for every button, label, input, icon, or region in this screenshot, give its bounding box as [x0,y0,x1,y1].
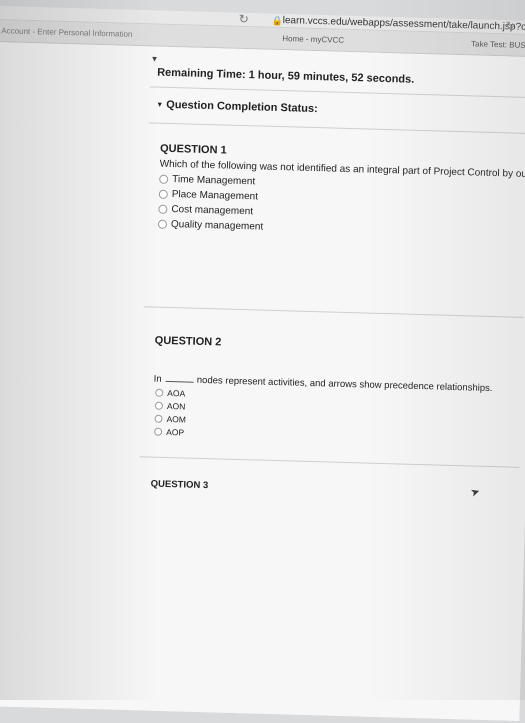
radio-button[interactable] [154,427,163,436]
mouse-cursor-icon: ➤ [469,485,482,500]
screen: ↻ 🔒 learn.vccs.edu/webapps/assessment/ta… [0,6,525,721]
q2-option-aoa[interactable]: AOA [155,387,185,399]
q1-option-time-management[interactable]: Time Management [159,173,255,189]
question-1-title: QUESTION 1 [159,142,227,157]
chevron-down-icon: ▼ [156,101,164,109]
radio-button[interactable] [155,388,164,397]
reload-icon[interactable]: ↻ [239,12,249,26]
status-label: Question Completion Status: [166,98,318,116]
divider [149,86,525,98]
divider [143,306,524,318]
question-2-text: In nodes represent activities, and arrow… [153,372,493,395]
divider [148,122,525,134]
radio-button[interactable] [158,204,168,214]
q1-option-cost-management[interactable]: Cost management [158,203,253,219]
lock-icon: 🔒 [271,15,284,27]
radio-button[interactable] [154,414,163,423]
question-completion-status[interactable]: ▼ Question Completion Status: [156,98,318,116]
radio-button[interactable] [157,219,168,229]
q2-option-aom[interactable]: AOM [154,413,186,425]
tab-take-test[interactable]: Take Test: BUS 1 [463,33,525,57]
radio-button[interactable] [159,174,169,184]
collapse-icon[interactable]: ▼ [150,54,158,63]
q2-option-aon[interactable]: AON [154,400,186,412]
radio-button[interactable] [158,189,168,199]
q1-option-quality-management[interactable]: Quality management [157,218,264,234]
q1-option-place-management[interactable]: Place Management [158,188,258,204]
question-2-title: QUESTION 2 [154,334,222,349]
question-3-title: QUESTION 3 [150,478,209,492]
fill-in-blank [165,372,194,383]
radio-button[interactable] [154,401,164,410]
divider [139,456,520,468]
remaining-time: Remaining Time: 1 hour, 59 minutes, 52 s… [157,66,415,86]
test-page: ▼ Remaining Time: 1 hour, 59 minutes, 52… [0,41,525,721]
refresh-icon[interactable]: ↻ [505,19,515,33]
q2-option-aop[interactable]: AOP [154,426,184,438]
